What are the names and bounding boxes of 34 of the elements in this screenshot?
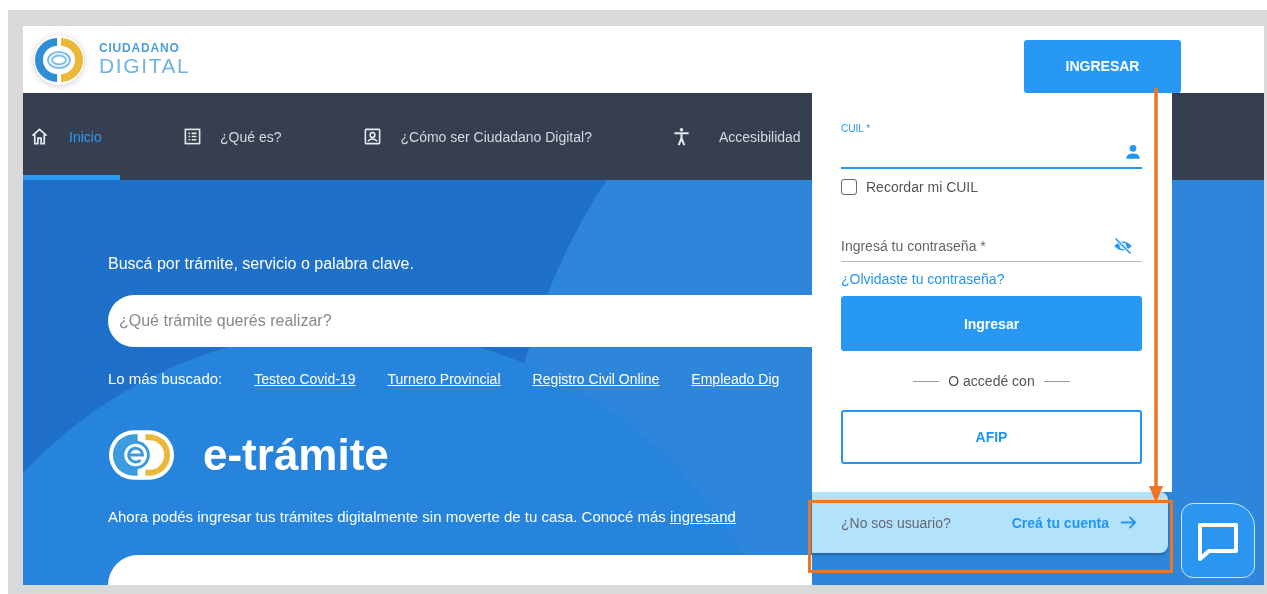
popular-link[interactable]: Registro Civil Online <box>532 370 660 387</box>
create-account-link[interactable]: Creá tu cuenta <box>1011 513 1138 532</box>
signup-question: ¿No sos usuario? <box>841 514 951 531</box>
chat-button[interactable] <box>1181 503 1255 578</box>
home-icon <box>30 127 49 146</box>
login-submit-button[interactable]: Ingresar <box>841 296 1142 351</box>
search-field[interactable]: ¿Qué trámite querés realizar? <box>108 295 812 347</box>
person-icon <box>1124 143 1142 161</box>
logo-text: CIUDADANO <box>99 42 181 55</box>
search-prompt: Buscá por trámite, servicio o palabra clave. <box>108 255 415 273</box>
contact-card-icon <box>363 127 383 146</box>
cuil-field[interactable]: CUIL * <box>841 123 1142 169</box>
password-field[interactable]: Ingresá tu contraseña * <box>841 230 1142 262</box>
afip-button[interactable]: AFIP <box>841 410 1142 464</box>
checkbox[interactable] <box>841 179 857 195</box>
chat-icon <box>1196 520 1240 561</box>
accessibility-icon <box>671 127 691 146</box>
description-link[interactable]: ingresand <box>669 508 736 525</box>
brand-title: e-trámite <box>203 429 389 481</box>
eye-off-icon <box>1113 236 1133 256</box>
nav-tab[interactable]: ¿Cómo ser Ciudadano Digital? <box>356 93 592 180</box>
login-button[interactable]: INGRESAR <box>1024 39 1181 93</box>
popular-link[interactable]: Turnero Provincial <box>387 370 501 387</box>
list-icon <box>183 127 202 146</box>
popular-link[interactable]: Testeo Covid-19 <box>254 370 356 387</box>
nav-tab[interactable]: ¿Qué es? <box>176 93 282 180</box>
checkbox-label: Recordar mi CUIL <box>866 179 979 195</box>
nav-tab[interactable]: Accesibilidad <box>664 93 801 180</box>
popular-link[interactable]: Empleado Dig <box>691 370 780 387</box>
divider-text: O accedé con <box>841 373 1142 389</box>
logo-text: DIGITAL <box>99 55 191 77</box>
forgot-password-link[interactable]: ¿Olvidaste tu contraseña? <box>841 271 1142 287</box>
description-text: Ahora podés ingresar tus trámites digitalmente sin moverte de tu casa. Conocé más ingresand <box>108 508 737 525</box>
popular-label: Lo más buscado: <box>108 370 223 387</box>
